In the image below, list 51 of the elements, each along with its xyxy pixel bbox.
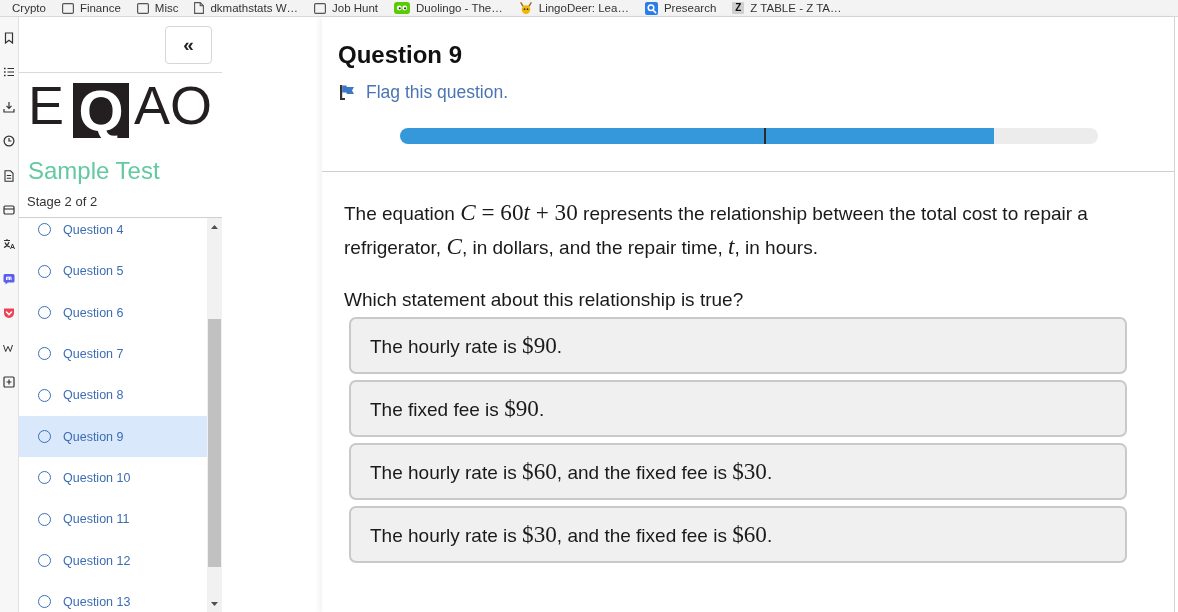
folder-icon bbox=[314, 2, 326, 14]
folder-icon bbox=[61, 2, 74, 14]
bookmark-link[interactable]: Presearch bbox=[644, 1, 717, 15]
collapse-button[interactable]: « bbox=[165, 25, 212, 64]
plus-box-icon[interactable] bbox=[3, 375, 15, 388]
scroll-down-icon[interactable] bbox=[211, 601, 218, 606]
answer-option[interactable]: The hourly rate is $60, and the fixed fee is $30. bbox=[349, 443, 1127, 500]
test-title: Sample Test bbox=[28, 156, 161, 186]
question-nav-item[interactable]: Question 7 bbox=[19, 333, 207, 375]
question-nav-item[interactable]: Question 12 bbox=[19, 539, 207, 582]
list-icon[interactable] bbox=[3, 66, 15, 79]
question-nav-item[interactable]: Question 11 bbox=[19, 498, 207, 540]
question-nav-item[interactable]: Question 8 bbox=[19, 374, 207, 416]
question-nav-item[interactable]: Question 4 bbox=[19, 218, 207, 251]
flag-link[interactable]: Flag this question. bbox=[340, 80, 509, 104]
bookmark-icon[interactable] bbox=[3, 32, 15, 44]
bookmark-link[interactable]: Duolingo - The… bbox=[394, 1, 503, 15]
stage-label: Stage 2 of 2 bbox=[27, 194, 99, 210]
bookmark-link[interactable]: dkmathstats W… bbox=[194, 1, 298, 15]
question-nav-item[interactable]: Question 10 bbox=[19, 457, 207, 499]
question-nav-item[interactable]: Question 6 bbox=[19, 291, 207, 334]
bookmark-link[interactable]: Crypto bbox=[12, 1, 46, 15]
answer-option[interactable]: The hourly rate is $30, and the fixed fee is $60. bbox=[349, 506, 1127, 563]
bookmark-link[interactable]: Misc bbox=[136, 1, 179, 15]
bookmark-link[interactable]: LingoDeer: Lea… bbox=[518, 1, 629, 15]
answer-option[interactable]: The hourly rate is $90. bbox=[349, 317, 1127, 374]
translate-icon[interactable] bbox=[3, 238, 15, 251]
folder-icon bbox=[136, 2, 149, 14]
question-title: Question 9 bbox=[338, 40, 464, 70]
question-text: The equation C = 60t + 30 represents the relationship between the total cost to repair a refrigerator, C, in dollars, and the repair time, t, in hours. bbox=[344, 197, 1089, 261]
scrollbar-thumb[interactable] bbox=[208, 319, 221, 567]
scrollbar-track[interactable] bbox=[207, 218, 222, 612]
window-icon[interactable] bbox=[3, 203, 15, 216]
clock-icon[interactable] bbox=[3, 135, 15, 148]
bookmark-link[interactable]: Job Hunt bbox=[314, 1, 379, 15]
page-icon bbox=[194, 2, 205, 14]
question-nav-item[interactable]: Question 9 bbox=[19, 415, 207, 458]
bookmark-link[interactable]: Z Z TABLE - Z TA… bbox=[732, 1, 842, 15]
scroll-up-icon[interactable] bbox=[211, 224, 218, 229]
chat-bubble-icon[interactable] bbox=[3, 272, 15, 285]
letter-favicon: Z bbox=[732, 2, 745, 14]
bookmark-link[interactable]: Finance bbox=[61, 1, 121, 15]
flag-icon bbox=[340, 84, 354, 100]
question-prompt: Which statement about this relationship is true? bbox=[344, 288, 745, 312]
answer-option[interactable]: The fixed fee is $90. bbox=[349, 380, 1127, 437]
question-nav-item[interactable]: Question 5 bbox=[19, 250, 207, 292]
deer-icon bbox=[518, 2, 533, 14]
notes-icon[interactable] bbox=[3, 169, 15, 182]
shield-check-icon[interactable] bbox=[3, 307, 15, 320]
download-icon[interactable] bbox=[3, 100, 15, 113]
question-nav-item[interactable]: Question 13 bbox=[19, 581, 207, 612]
